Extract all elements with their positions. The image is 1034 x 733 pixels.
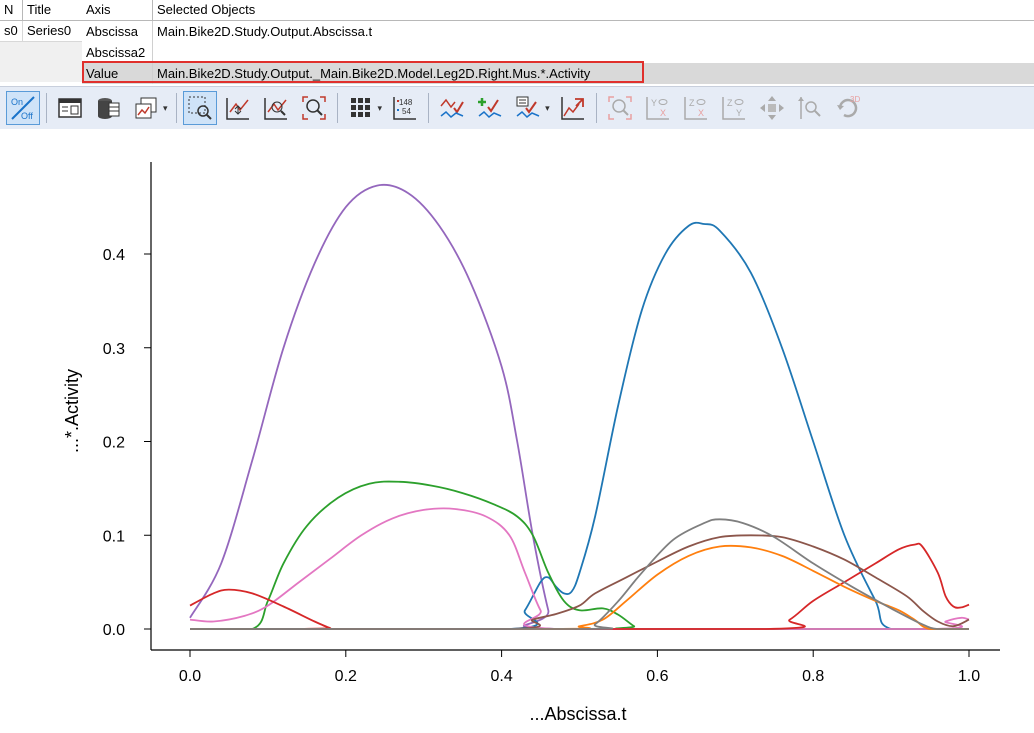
svg-text:Z: Z [689,98,695,108]
axis-row-axis: Abscissa2 [82,42,153,63]
zy-view-icon[interactable]: ZY [717,91,751,125]
grid-icon[interactable] [344,91,378,125]
series-row-title: Series0 [27,23,72,38]
toolbar-separator [336,93,338,123]
axis-row-objects [153,42,1034,63]
axis-header-objects: Selected Objects [157,2,256,17]
x-tick-label: 1.0 [958,668,980,685]
toolbar-separator [428,93,430,123]
y-tick-label: 0.3 [103,341,125,358]
export-icon[interactable] [556,91,590,125]
axis-table: Axis Selected Objects Abscissa Main.Bike… [82,0,1034,86]
axis-row-objects: Main.Bike2D.Study.Output.Abscissa.t [157,24,373,39]
y-tick-label: 0.4 [103,247,125,264]
on-off-icon[interactable]: On Off [6,91,40,125]
chevron-down-icon[interactable]: ▾ [163,103,168,114]
axis-row-value[interactable]: Value Main.Bike2D.Study.Output._Main.Bik… [82,63,1034,84]
add-series-icon[interactable] [473,91,507,125]
series-row-s0[interactable]: s0 Series0 [0,21,82,42]
zoom-in-icon[interactable] [259,91,293,125]
toolbar-separator [175,93,177,123]
axis-table-header: Axis Selected Objects [82,0,1034,21]
off-label: Off [21,111,33,121]
axis-row-objects: Main.Bike2D.Study.Output._Main.Bike2D.Mo… [157,66,591,81]
pan-icon[interactable] [221,91,255,125]
x-tick-label: 0.6 [646,668,668,685]
x-axis-title: ...Abscissa.t [529,704,626,724]
number-format-icon[interactable]: 148 54 [388,91,422,125]
series-line-6[interactable] [189,534,970,630]
number-bottom: 54 [402,107,411,116]
zx-view-icon[interactable]: ZX [679,91,713,125]
axis-row-axis: Abscissa [82,21,153,42]
svg-text:X: X [698,108,704,118]
copy-chart-icon[interactable] [129,91,163,125]
yx-view-icon[interactable]: YX [641,91,675,125]
x-tick-label: 0.8 [802,668,824,685]
y-tick-label: 0.2 [103,435,125,452]
activity-chart[interactable]: 0.0 0.2 0.4 0.6 0.8 1.0 0.0 0.1 0.2 0.3 0.4 ...Abs… [0,128,1034,733]
x-tick-label: 0.4 [490,668,512,685]
y-tick-label: 0.1 [103,528,125,545]
series-table-header: N Title [0,0,82,21]
series-header-title: Title [27,2,52,17]
series-style-icon[interactable] [435,91,469,125]
chevron-down-icon[interactable]: ▾ [378,103,383,114]
series-row-n: s0 [0,21,23,41]
label-3d: 3D [850,95,860,104]
svg-text:Z: Z [727,98,733,108]
series-header-n: N [0,0,23,20]
y-tick-label: 0.0 [103,622,125,639]
series-line-0[interactable] [189,183,969,630]
x-tick-label: 0.0 [179,668,201,685]
svg-text:Y: Y [651,98,657,108]
svg-text:X: X [660,108,666,118]
rotate-3d-icon[interactable]: 3D [831,91,865,125]
toolbar-separator [46,93,47,123]
axis-header-axis: Axis [82,0,153,20]
axis-row-abscissa2[interactable]: Abscissa2 [82,42,1034,63]
axis-row-axis: Value [82,63,153,84]
toolbar: On Off ▾ ▾ 148 54 ▾ Y X Z X Z Y 3D [0,86,1034,129]
plot-lines [189,183,970,630]
on-label: On [11,97,23,107]
zoom-out-icon[interactable] [297,91,331,125]
database-icon[interactable] [91,91,125,125]
table-view-icon[interactable] [53,91,87,125]
edit-series-icon[interactable] [511,91,545,125]
axis-row-abscissa[interactable]: Abscissa Main.Bike2D.Study.Output.Abscis… [82,21,1034,42]
zoom-axis-icon[interactable] [793,91,827,125]
chevron-down-icon[interactable]: ▾ [545,103,550,114]
toolbar-separator [595,93,597,123]
zoom-fit-icon[interactable] [603,91,637,125]
svg-text:Y: Y [736,108,742,118]
x-tick-label: 0.2 [335,668,357,685]
y-axis-title: ...*.Activity [62,369,82,453]
series-table: N Title s0 Series0 [0,0,83,82]
number-top: 148 [399,98,413,107]
move-icon[interactable] [755,91,789,125]
zoom-rectangle-icon[interactable] [182,91,217,125]
chart-area[interactable]: 0.0 0.2 0.4 0.6 0.8 1.0 0.0 0.1 0.2 0.3 0.4 ...Abs… [0,128,1034,733]
